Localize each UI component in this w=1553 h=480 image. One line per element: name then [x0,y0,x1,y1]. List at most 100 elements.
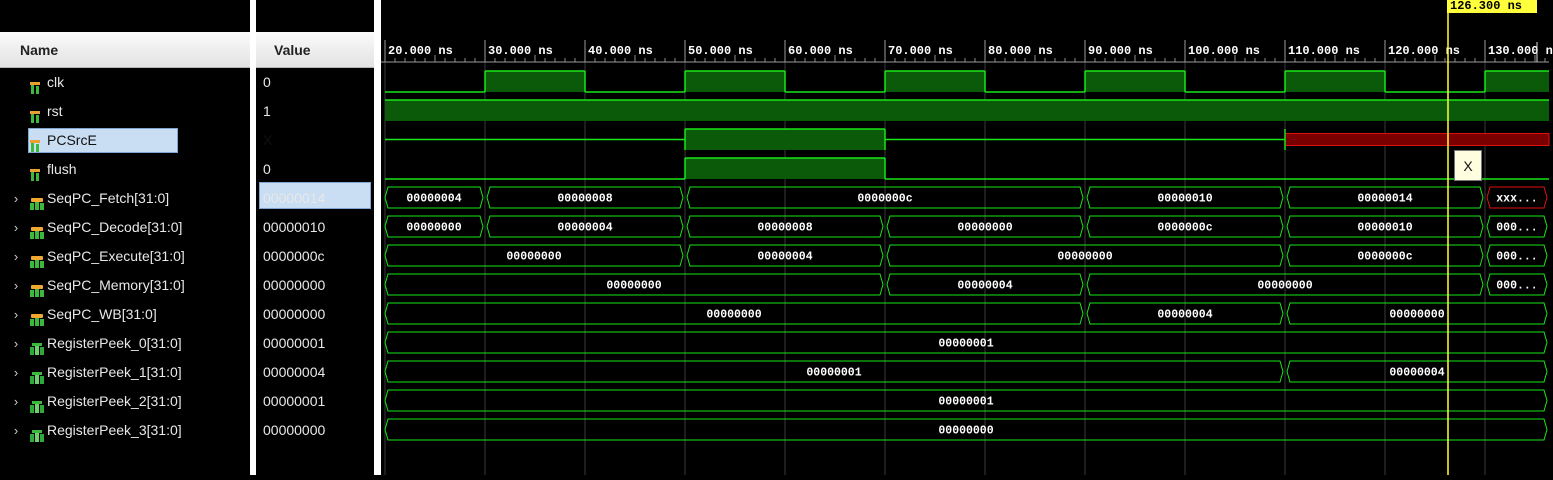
signal-value[interactable]: 00000001 [263,387,325,416]
signal-name: RegisterPeek_3[31:0] [47,422,182,438]
wave-high-fill [1485,71,1549,92]
time-tick-label: 110.000 ns [1288,44,1360,58]
chevron-right-icon[interactable]: › [10,300,22,329]
chevron-right-icon[interactable]: › [10,329,22,358]
bus-icon [30,279,44,297]
bus-value-label: 00000000 [938,425,993,438]
signal-value[interactable]: 0000000c [263,242,325,271]
time-tick-label: 60.000 ns [788,44,853,58]
signal-value[interactable]: 00000010 [263,213,325,242]
chevron-right-icon[interactable]: › [10,242,22,271]
signal-row[interactable]: › RegisterPeek_0[31:0] [0,329,250,358]
signal-row[interactable]: › SeqPC_Execute[31:0] [0,242,250,271]
register-bus-icon [30,424,44,442]
wire-bit-icon [30,105,42,123]
bus-icon [30,250,44,268]
signal-value[interactable]: 00000000 [263,300,325,329]
bus-value-label: 00000004 [1157,309,1212,322]
signal-value[interactable]: 0 [263,155,271,184]
signal-row[interactable]: rst [0,97,250,126]
signal-value[interactable]: 1 [263,97,271,126]
bus-icon [30,221,44,239]
wave-high-fill [685,71,785,92]
bus-value-label: 00000004 [757,251,812,264]
bus-value-label: 00000008 [557,193,612,206]
time-tick-label: 40.000 ns [588,44,653,58]
signal-name: PCSrcE [47,132,97,148]
bus-value-label: 00000000 [406,222,461,235]
time-tick-label: 120.000 ns [1388,44,1460,58]
signal-value[interactable]: X [263,126,272,155]
signal-row[interactable]: › SeqPC_Decode[31:0] [0,213,250,242]
waveform-canvas[interactable]: 20.000 ns 30.000 ns 40.000 ns 50.000 ns 60.0… [381,0,1553,475]
bus-value-label: 00000000 [957,222,1012,235]
chevron-right-icon[interactable]: › [10,416,22,445]
chevron-right-icon[interactable]: › [10,184,22,213]
wire-bit-icon [30,76,42,94]
panel-splitter[interactable] [374,0,381,475]
value-column-header[interactable]: Value [256,32,374,68]
wave-high-fill [885,71,985,92]
signal-row[interactable]: clk [0,68,250,97]
signal-row[interactable]: PCSrcE [0,126,250,155]
wave-unknown [1284,133,1550,146]
signal-value[interactable]: 00000001 [263,329,325,358]
signal-row[interactable]: › SeqPC_Memory[31:0] [0,271,250,300]
signal-value[interactable]: 00000000 [263,271,325,300]
signal-row[interactable]: › SeqPC_WB[31:0] [0,300,250,329]
signal-row[interactable]: › RegisterPeek_2[31:0] [0,387,250,416]
signal-name: clk [47,74,65,90]
bus-value-label: 00000004 [406,193,461,206]
time-tick-label: 80.000 ns [988,44,1053,58]
bus-icon [30,308,44,326]
cursor-time-label[interactable]: 126.300 ns [1447,0,1537,13]
name-column-header[interactable]: Name [0,32,250,68]
signal-value[interactable]: 00000014 [263,184,325,213]
signal-value[interactable]: 0 [263,68,271,97]
signal-name: rst [47,103,63,119]
time-tick-label: 90.000 ns [1088,44,1153,58]
time-tick-label: 100.000 ns [1188,44,1260,58]
chevron-right-icon[interactable]: › [10,358,22,387]
bus-value-label: 00000000 [506,251,561,264]
bus-value-label: 00000014 [1357,193,1412,206]
waveform-panel[interactable]: 20.000 ns 30.000 ns 40.000 ns 50.000 ns 60.0… [381,0,1553,475]
bus-value-label: 00000000 [706,309,761,322]
time-tick-label: 70.000 ns [888,44,953,58]
chevron-right-icon[interactable]: › [10,271,22,300]
wave-high-fill [1085,71,1185,92]
bus-value-label: 0000000c [857,193,912,206]
wave-high-fill [685,158,885,179]
register-bus-icon [30,366,44,384]
signal-value[interactable]: 00000000 [263,416,325,445]
bus-value-label: 00000000 [1257,280,1312,293]
bus-value-label: 000... [1496,251,1537,264]
value-tooltip: X [1454,150,1482,181]
bus-value-label: 00000000 [606,280,661,293]
register-bus-icon [30,337,44,355]
bus-value-label: xxx... [1496,193,1537,206]
signal-row[interactable]: › RegisterPeek_1[31:0] [0,358,250,387]
wire-bit-icon [30,134,42,152]
signal-name: SeqPC_Execute[31:0] [47,248,185,264]
bus-value-label: 00000004 [957,280,1012,293]
signal-row[interactable]: › RegisterPeek_3[31:0] [0,416,250,445]
signal-name-panel: Name clk rst PCSrcE flush › SeqPC_Fetch[31:0]… [0,0,250,475]
signal-name: RegisterPeek_0[31:0] [47,335,182,351]
bus-value-label: 0000000c [1357,251,1412,264]
signal-name: SeqPC_WB[31:0] [47,306,157,322]
signal-name: flush [47,161,77,177]
wire-bit-icon [30,163,42,181]
chevron-right-icon[interactable]: › [10,387,22,416]
signal-value[interactable]: 00000004 [263,358,325,387]
signal-row[interactable]: › SeqPC_Fetch[31:0] [0,184,250,213]
signal-name: SeqPC_Memory[31:0] [47,277,185,293]
bus-value-label: 00000004 [557,222,612,235]
time-tick-label: 50.000 ns [688,44,753,58]
signal-name: SeqPC_Fetch[31:0] [47,190,170,206]
bus-value-label: 00000010 [1357,222,1412,235]
register-bus-icon [30,395,44,413]
bus-value-label: 00000001 [938,338,993,351]
signal-row[interactable]: flush [0,155,250,184]
chevron-right-icon[interactable]: › [10,213,22,242]
